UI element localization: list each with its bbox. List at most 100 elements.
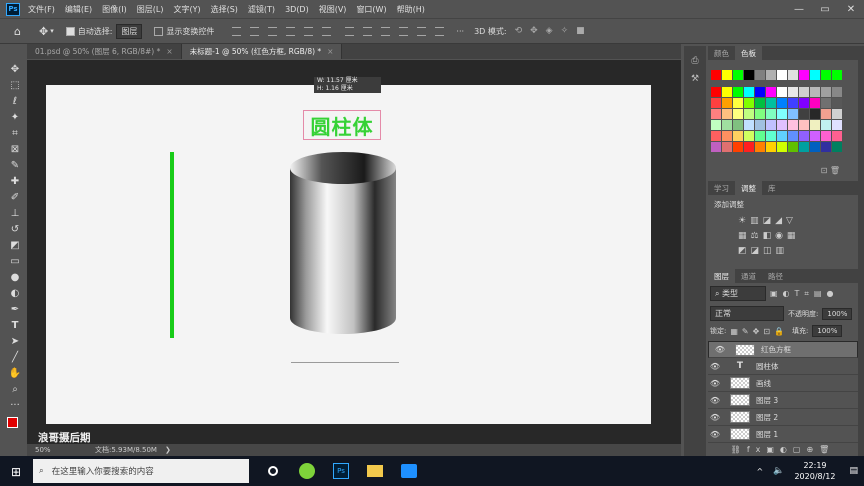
document-canvas[interactable]: W: 11.57 厘米 H: 1.16 厘米 圆柱体 xyxy=(46,77,651,424)
color-swatch[interactable] xyxy=(821,131,831,141)
tab-paths[interactable]: 路径 xyxy=(762,269,789,283)
distribute-left-icon[interactable] xyxy=(399,26,409,36)
color-swatch[interactable] xyxy=(722,131,732,141)
color-swatch[interactable] xyxy=(744,120,754,130)
close-window-icon[interactable]: ✕ xyxy=(838,0,864,18)
dodge-tool-icon[interactable]: ◐ xyxy=(8,286,22,300)
close-tab-icon[interactable]: × xyxy=(327,47,333,56)
visibility-eye-icon[interactable]: 👁 xyxy=(708,430,722,439)
color-swatch[interactable] xyxy=(766,142,776,152)
color-swatch[interactable] xyxy=(821,87,831,97)
color-swatch[interactable] xyxy=(711,109,721,119)
auto-select-dropdown[interactable]: 图层 xyxy=(116,23,143,39)
visibility-eye-icon[interactable]: 👁 xyxy=(713,345,727,354)
menu-3d[interactable]: 3D(D) xyxy=(285,5,309,14)
show-transform-checkbox[interactable] xyxy=(154,26,164,36)
swatch-grid[interactable] xyxy=(708,60,858,178)
menu-file[interactable]: 文件(F) xyxy=(28,4,55,15)
menu-view[interactable]: 视图(V) xyxy=(319,4,347,15)
align-left-icon[interactable] xyxy=(286,26,296,36)
status-arrow-icon[interactable]: ❯ xyxy=(165,446,171,454)
crop-tool-icon[interactable]: ⌗ xyxy=(8,126,22,140)
history-brush-icon[interactable]: ↺ xyxy=(8,222,22,236)
color-swatch[interactable] xyxy=(799,87,809,97)
line-tool-icon[interactable]: ╱ xyxy=(8,350,22,364)
3d-tools-icons[interactable]: ⟲✥◈✧■ xyxy=(515,26,593,36)
maximize-icon[interactable]: ▭ xyxy=(812,0,838,18)
color-swatch[interactable] xyxy=(810,87,820,97)
color-swatch[interactable] xyxy=(766,120,776,130)
color-swatch[interactable] xyxy=(799,109,809,119)
layer-row[interactable]: 👁 图层 2 xyxy=(708,409,858,426)
menu-layer[interactable]: 图层(L) xyxy=(137,4,164,15)
layer-row[interactable]: 👁 红色方框 xyxy=(708,341,858,358)
distribute-hcenter-icon[interactable] xyxy=(417,26,427,36)
color-swatch[interactable] xyxy=(711,70,721,80)
color-swatch[interactable] xyxy=(766,131,776,141)
align-top-icon[interactable] xyxy=(232,26,242,36)
blur-tool-icon[interactable]: ● xyxy=(8,270,22,284)
color-swatch[interactable] xyxy=(722,109,732,119)
swatch-actions-icon[interactable]: ⊡ 🗑 xyxy=(708,166,858,175)
browser-app-icon[interactable] xyxy=(293,457,321,485)
color-swatches[interactable] xyxy=(6,416,24,436)
distribute-top-icon[interactable] xyxy=(345,26,355,36)
color-swatch[interactable] xyxy=(799,142,809,152)
tray-caret-icon[interactable]: ^ xyxy=(757,467,764,476)
hand-tool-icon[interactable]: ✋ xyxy=(8,366,22,380)
minimize-icon[interactable]: — xyxy=(786,0,812,18)
color-swatch[interactable] xyxy=(810,120,820,130)
tab-swatches[interactable]: 色板 xyxy=(735,46,762,60)
menu-edit[interactable]: 编辑(E) xyxy=(65,4,92,15)
home-icon[interactable]: ⌂ xyxy=(14,25,21,38)
color-swatch[interactable] xyxy=(821,70,831,80)
menu-type[interactable]: 文字(Y) xyxy=(173,4,200,15)
color-swatch[interactable] xyxy=(777,109,787,119)
color-swatch[interactable] xyxy=(711,142,721,152)
color-swatch[interactable] xyxy=(722,142,732,152)
menu-help[interactable]: 帮助(H) xyxy=(397,4,425,15)
menu-filter[interactable]: 滤镜(T) xyxy=(248,4,275,15)
color-swatch[interactable] xyxy=(799,70,809,80)
tab-color[interactable]: 颜色 xyxy=(708,46,735,60)
tab-libraries[interactable]: 库 xyxy=(762,181,782,195)
color-swatch[interactable] xyxy=(733,70,743,80)
color-swatch[interactable] xyxy=(777,120,787,130)
task-view-icon[interactable] xyxy=(259,457,287,485)
clock[interactable]: 22:19 2020/8/12 xyxy=(794,460,835,482)
pen-tool-icon[interactable]: ✒ xyxy=(8,302,22,316)
color-swatch[interactable] xyxy=(810,70,820,80)
color-swatch[interactable] xyxy=(821,120,831,130)
color-swatch[interactable] xyxy=(744,142,754,152)
color-swatch[interactable] xyxy=(832,70,842,80)
color-swatch[interactable] xyxy=(722,98,732,108)
tab-channels[interactable]: 通道 xyxy=(735,269,762,283)
menu-window[interactable]: 窗口(W) xyxy=(356,4,386,15)
color-swatch[interactable] xyxy=(733,120,743,130)
color-swatch[interactable] xyxy=(755,120,765,130)
color-swatch[interactable] xyxy=(744,98,754,108)
properties-panel-icon[interactable]: ⚒ xyxy=(684,74,706,84)
layer-filter-dropdown[interactable]: ⌕ 类型 xyxy=(710,286,766,301)
menu-image[interactable]: 图像(I) xyxy=(102,4,127,15)
color-swatch[interactable] xyxy=(744,87,754,97)
taskbar-search[interactable]: ⌕ 在这里输入你要搜索的内容 xyxy=(33,459,249,483)
more-options[interactable]: ··· xyxy=(456,27,464,36)
color-swatch[interactable] xyxy=(788,98,798,108)
path-select-icon[interactable]: ➤ xyxy=(8,334,22,348)
history-panel-icon[interactable]: ⎙ xyxy=(684,56,706,66)
healing-brush-icon[interactable]: ✚ xyxy=(8,174,22,188)
color-swatch[interactable] xyxy=(832,109,842,119)
color-swatch[interactable] xyxy=(788,120,798,130)
align-right-icon[interactable] xyxy=(322,26,332,36)
color-swatch[interactable] xyxy=(755,70,765,80)
distribute-vcenter-icon[interactable] xyxy=(363,26,373,36)
visibility-eye-icon[interactable]: 👁 xyxy=(708,396,722,405)
tab-layers[interactable]: 图层 xyxy=(708,269,735,283)
video-app-icon[interactable] xyxy=(395,457,423,485)
color-swatch[interactable] xyxy=(832,98,842,108)
color-swatch[interactable] xyxy=(733,109,743,119)
color-swatch[interactable] xyxy=(810,131,820,141)
color-swatch[interactable] xyxy=(711,87,721,97)
zoom-tool-icon[interactable]: ⌕ xyxy=(8,382,22,396)
